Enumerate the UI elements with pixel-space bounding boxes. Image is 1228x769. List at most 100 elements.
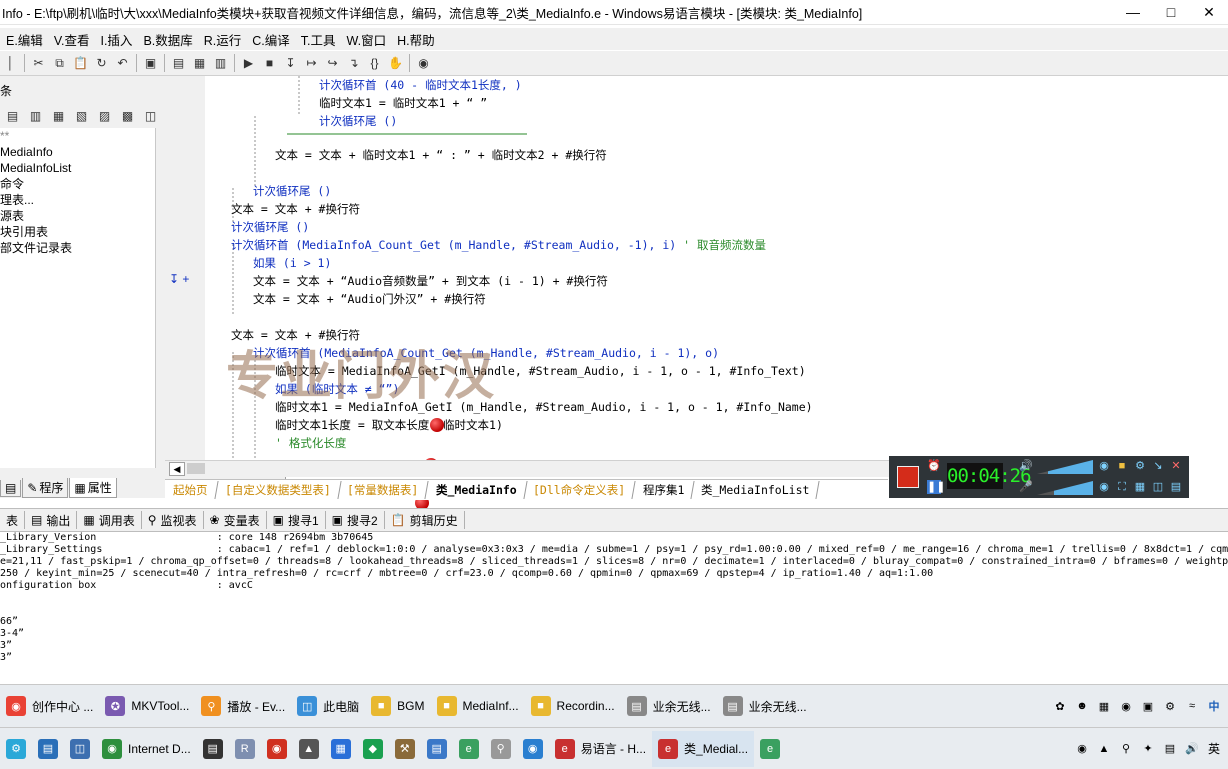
tab-search1[interactable]: ▣ 搜寻1	[267, 511, 326, 529]
paste-icon[interactable]: 📋	[70, 53, 91, 73]
tab-variables[interactable]: ❀ 变量表	[204, 511, 267, 529]
region-icon[interactable]: ▦	[1133, 480, 1147, 494]
input-lang-indicator[interactable]: 中	[1206, 698, 1222, 714]
task-class-mediainfo[interactable]: e 类_Medial...	[652, 730, 755, 767]
menu-compile[interactable]: C.编译	[246, 30, 295, 49]
tree-item[interactable]: 理表...	[0, 192, 155, 208]
braces-icon[interactable]: {}	[364, 53, 385, 73]
step2-icon[interactable]: ↦	[301, 53, 322, 73]
tab-call-stack[interactable]: ▦ 调用表	[77, 511, 142, 529]
task-tools[interactable]: ⚒	[389, 731, 421, 767]
tab-dll-commands[interactable]: [Dll命令定义表]	[523, 481, 637, 499]
scroll-left-icon[interactable]: ◀	[169, 462, 185, 476]
cut-icon[interactable]: ✂	[28, 53, 49, 73]
menu-edit[interactable]: E.编辑	[0, 30, 48, 49]
hand-icon[interactable]: ✋	[385, 53, 406, 73]
find-icon[interactable]: ▣	[140, 53, 161, 73]
scroll-thumb[interactable]	[187, 463, 205, 474]
align-center-icon[interactable]: ▥	[25, 106, 46, 126]
tab-partial[interactable]: 表	[0, 511, 26, 529]
tab-clip-history[interactable]: 📋 剪辑历史	[385, 511, 465, 529]
tree-item[interactable]: 部文件记录表	[0, 240, 155, 256]
task-mediainfo-folder[interactable]: ■ MediaInf...	[431, 688, 525, 724]
code-line[interactable]: 如果 (i > 1)	[253, 254, 331, 272]
task-easylang-help[interactable]: e 易语言 - H...	[549, 731, 652, 767]
tree-item[interactable]: 块引用表	[0, 224, 155, 240]
menu-run[interactable]: R.运行	[198, 30, 247, 49]
editor-hscrollbar[interactable]: ◀	[165, 460, 889, 477]
webcam-icon[interactable]: ◉	[1097, 459, 1111, 473]
code-line[interactable]: 文本 = 文本 + 临时文本1 + “ : ” + 临时文本2 + #换行符	[275, 146, 607, 164]
search-icon[interactable]: ⚲	[1118, 741, 1134, 757]
task-chart[interactable]: ▤	[197, 731, 229, 767]
task-bgm[interactable]: ■ BGM	[365, 688, 430, 724]
task-network[interactable]: ◫	[64, 731, 96, 767]
close-recorder-icon[interactable]: ✕	[1169, 459, 1183, 473]
code-line[interactable]: 计次循环首 (40 - 临时文本1长度, )	[319, 76, 522, 94]
task-radio1[interactable]: ▤ 业余无线...	[621, 688, 717, 724]
mic-volume[interactable]	[1037, 481, 1093, 495]
speaker-icon[interactable]: 🔊	[1019, 459, 1033, 473]
network-icon[interactable]: ✿	[1052, 698, 1068, 714]
warning-icon[interactable]: ▲	[1096, 741, 1112, 757]
gear-icon[interactable]: ⚙	[1162, 698, 1178, 714]
tree-item[interactable]: MediaInfo	[0, 144, 155, 160]
folder-icon[interactable]: ■	[1115, 459, 1129, 473]
layout3-icon[interactable]: ▥	[210, 53, 231, 73]
task-radio2[interactable]: ▤ 业余无线...	[717, 688, 813, 724]
task-record[interactable]: ◉	[261, 731, 293, 767]
tab-program-set[interactable]: 程序集1	[633, 481, 695, 499]
microphone-icon[interactable]: 🎤	[1019, 480, 1033, 494]
task-internet-d[interactable]: ◉ Internet D...	[96, 731, 197, 767]
menu-help[interactable]: H.帮助	[391, 30, 440, 49]
copy-icon[interactable]: ⧉	[49, 53, 70, 73]
align-right-icon[interactable]: ▦	[48, 106, 69, 126]
code-line[interactable]: 文本 = 文本 + “Audio音频数量” + 到文本 (i - 1) + #换…	[253, 272, 608, 290]
undo-icon[interactable]: ↶	[112, 53, 133, 73]
task-chrome[interactable]: ◉ 创作中心 ...	[0, 688, 99, 724]
tree-item[interactable]: MediaInfoList	[0, 160, 155, 176]
pause-icon[interactable]: ❚❚	[927, 480, 945, 494]
maximize-button[interactable]: □	[1152, 0, 1190, 24]
tab-program[interactable]: ✎ 程序	[22, 478, 69, 498]
menu-view[interactable]: V.查看	[48, 30, 95, 49]
task-e[interactable]: e	[453, 731, 485, 767]
volume-icon[interactable]: 🔊	[1184, 741, 1200, 757]
step4-icon[interactable]: ↴	[343, 53, 364, 73]
window-icon[interactable]: ▤	[1169, 480, 1183, 494]
same-width-icon[interactable]: ◫	[140, 106, 161, 126]
tab-start-page[interactable]: 起始页	[163, 481, 219, 499]
code-line[interactable]: 临时文本1长度 = 取文本长度 (临时文本1)	[275, 416, 503, 434]
menu-insert[interactable]: I.插入	[94, 30, 137, 49]
tab-properties[interactable]: ▦ 属性	[69, 478, 117, 498]
people-icon[interactable]: ☻	[1074, 698, 1090, 714]
code-line[interactable]: 文本 = 文本 + “Audio门外汉” + #换行符	[253, 290, 486, 308]
minimize-button[interactable]: —	[1114, 0, 1152, 24]
fullscreen-icon[interactable]: ⛶	[1115, 480, 1129, 494]
tree-item[interactable]: 命令	[0, 176, 155, 192]
redo-icon[interactable]: ↻	[91, 53, 112, 73]
binoculars-icon[interactable]: ◉	[413, 53, 434, 73]
align-middle-icon[interactable]: ▨	[94, 106, 115, 126]
minimize-recorder-icon[interactable]: ↘	[1151, 459, 1165, 473]
app-icon[interactable]: ▦	[1096, 698, 1112, 714]
monitor-icon[interactable]: ◫	[1151, 480, 1165, 494]
run-icon[interactable]: ▶	[238, 53, 259, 73]
task-magnifier[interactable]: ⚲	[485, 731, 517, 767]
capture-icon[interactable]: ◉	[1097, 480, 1111, 494]
task-r[interactable]: R	[229, 731, 261, 767]
tab-class-mediainfo[interactable]: 类_MediaInfo	[426, 481, 528, 499]
ime-indicator[interactable]: 英	[1206, 741, 1222, 757]
menu-tools[interactable]: T.工具	[295, 30, 341, 49]
task-diamond[interactable]: ◆	[357, 731, 389, 767]
output-pane[interactable]: _Library_Version : core 148 r2694bm 3b70…	[0, 532, 1228, 677]
alarm-icon[interactable]: ⏰	[927, 459, 941, 473]
code-line[interactable]: 计次循环尾 ()	[319, 112, 397, 130]
task-db[interactable]: ▤	[32, 731, 64, 767]
settings-icon[interactable]: ⚙	[1133, 459, 1147, 473]
task-blue-app[interactable]: ▦	[325, 731, 357, 767]
code-line[interactable]: 文本 = 文本 + #换行符	[231, 200, 360, 218]
close-button[interactable]: ✕	[1190, 0, 1228, 24]
task-recording-folder[interactable]: ■ Recordin...	[525, 688, 621, 724]
align-top-icon[interactable]: ▧	[71, 106, 92, 126]
